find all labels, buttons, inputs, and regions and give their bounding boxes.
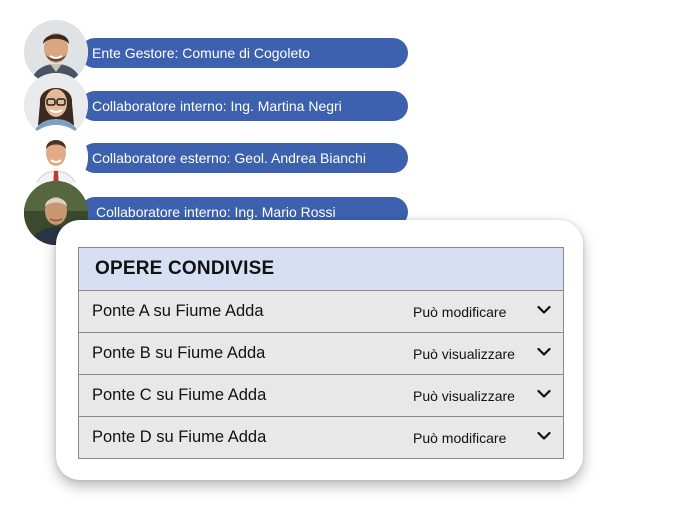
collaborator-label: Collaboratore interno: Ing. Martina Negr…	[80, 91, 408, 121]
work-name: Ponte D su Fiume Adda	[92, 428, 267, 446]
shared-works-card: OPERE CONDIVISE Ponte A su Fiume Adda Pu…	[56, 220, 583, 480]
chevron-down-icon[interactable]	[537, 347, 551, 357]
collaborator-label: Ente Gestore: Comune di Cogoleto	[80, 38, 408, 68]
table-title: OPERE CONDIVISE	[79, 248, 563, 291]
chevron-down-icon[interactable]	[537, 431, 551, 441]
avatar-man-shirt-icon	[24, 125, 88, 189]
collaborator-label: Collaboratore esterno: Geol. Andrea Bian…	[80, 143, 408, 173]
work-name: Ponte A su Fiume Adda	[92, 302, 264, 320]
permission-select[interactable]: Può modificare	[413, 292, 506, 333]
table-row[interactable]: Ponte C su Fiume Adda Può visualizzare	[79, 375, 563, 417]
work-name: Ponte C su Fiume Adda	[92, 386, 267, 404]
collaborator-row[interactable]: Collaboratore esterno: Geol. Andrea Bian…	[24, 125, 414, 189]
shared-works-table: OPERE CONDIVISE Ponte A su Fiume Adda Pu…	[78, 247, 564, 459]
chevron-down-icon[interactable]	[537, 305, 551, 315]
permission-select[interactable]: Può modificare	[413, 418, 506, 459]
work-name: Ponte B su Fiume Adda	[92, 344, 266, 362]
table-row[interactable]: Ponte B su Fiume Adda Può visualizzare	[79, 333, 563, 375]
permission-select[interactable]: Può visualizzare	[413, 376, 515, 417]
table-row[interactable]: Ponte A su Fiume Adda Può modificare	[79, 291, 563, 333]
chevron-down-icon[interactable]	[537, 389, 551, 399]
table-row[interactable]: Ponte D su Fiume Adda Può modificare	[79, 417, 563, 458]
permission-select[interactable]: Può visualizzare	[413, 334, 515, 375]
